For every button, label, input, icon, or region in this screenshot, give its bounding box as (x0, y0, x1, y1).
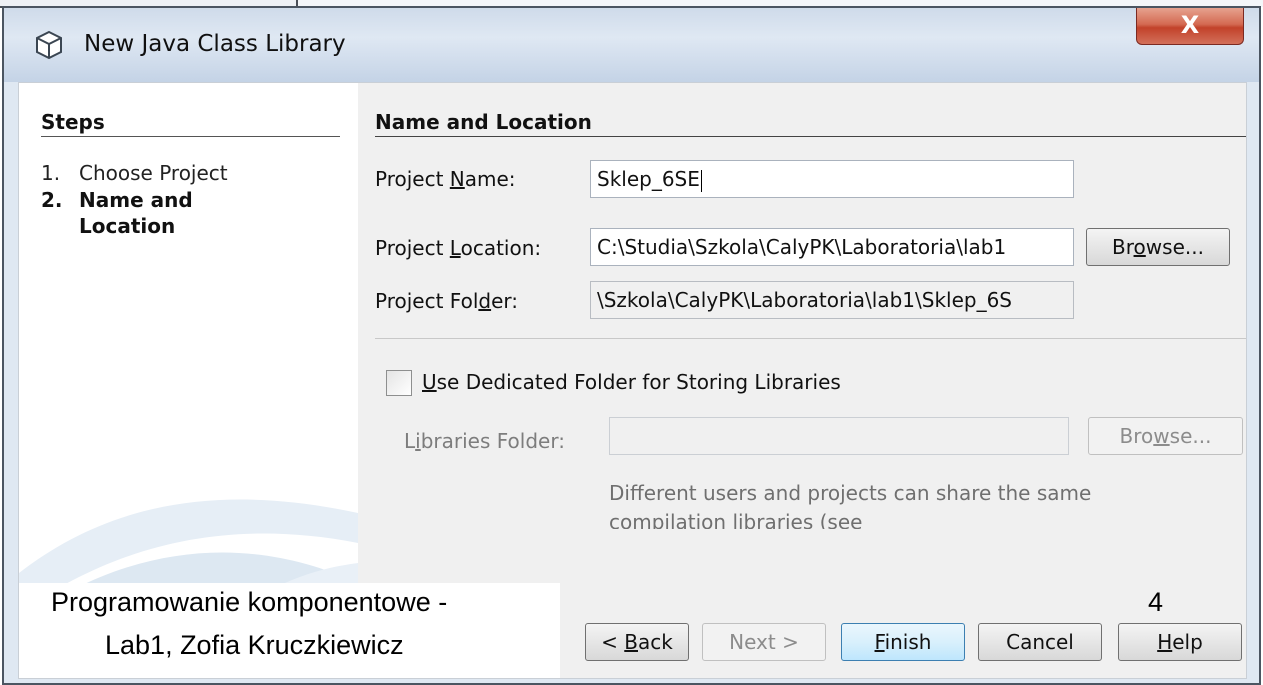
section-heading: Name and Location (375, 110, 592, 134)
project-name-label: Project Name: (375, 167, 516, 191)
dedicated-folder-label[interactable]: Use Dedicated Folder for Storing Librari… (422, 370, 841, 394)
dedicated-folder-checkbox[interactable] (386, 370, 412, 396)
steps-divider (41, 136, 340, 137)
step-name-and-location: 2. Name and Location (41, 187, 193, 239)
close-button[interactable]: X (1136, 8, 1244, 45)
close-icon: X (1180, 11, 1200, 39)
text-cursor (700, 169, 702, 192)
next-button[interactable]: Next > (702, 623, 826, 661)
browse-location-button[interactable]: Browse... (1086, 228, 1230, 266)
dialog-window: New Java Class Library X Steps 1. Choose … (2, 6, 1261, 685)
step-number: 1. (41, 161, 61, 185)
footer-author: Lab1, Zofia Kruczkiewicz (105, 630, 404, 660)
project-location-label: Project Location: (375, 236, 542, 260)
separator (375, 338, 1246, 339)
help-button[interactable]: Help (1118, 623, 1242, 661)
project-folder-label: Project Folder: (375, 289, 518, 313)
steps-heading: Steps (41, 110, 105, 134)
back-button[interactable]: < Back (585, 623, 689, 661)
step-label: Choose Project (79, 161, 228, 185)
java-library-icon (36, 30, 62, 60)
step-label-line1: Name and (79, 188, 193, 212)
step-number: 2. (41, 188, 63, 212)
slide-page-number: 4 (1148, 587, 1164, 617)
project-location-input[interactable]: C:\Studia\Szkola\CalyPK\Laboratoria\lab1 (590, 228, 1074, 266)
step-label-line2: Location (79, 214, 176, 238)
dialog-content: Steps 1. Choose Project 2. Name and Locati… (18, 82, 1247, 679)
libraries-folder-input[interactable] (609, 417, 1069, 455)
window-title: New Java Class Library (84, 31, 346, 57)
libraries-folder-label: Libraries Folder: (404, 429, 565, 453)
title-bar[interactable]: New Java Class Library X (4, 8, 1259, 82)
footer-course-title: Programowanie komponentowe - (51, 587, 448, 617)
step-choose-project: 1. Choose Project (41, 161, 228, 185)
project-folder-field[interactable]: \Szkola\CalyPK\Laboratoria\lab1\Sklep_6S (590, 281, 1074, 319)
project-name-input[interactable]: Sklep_6SE (590, 160, 1074, 198)
browse-libraries-button[interactable]: Browse... (1088, 417, 1243, 455)
cancel-button[interactable]: Cancel (978, 623, 1102, 661)
libraries-help-text: Different users and projects can share t… (609, 481, 1092, 529)
finish-button[interactable]: Finish (841, 623, 965, 661)
section-divider (375, 136, 1246, 137)
